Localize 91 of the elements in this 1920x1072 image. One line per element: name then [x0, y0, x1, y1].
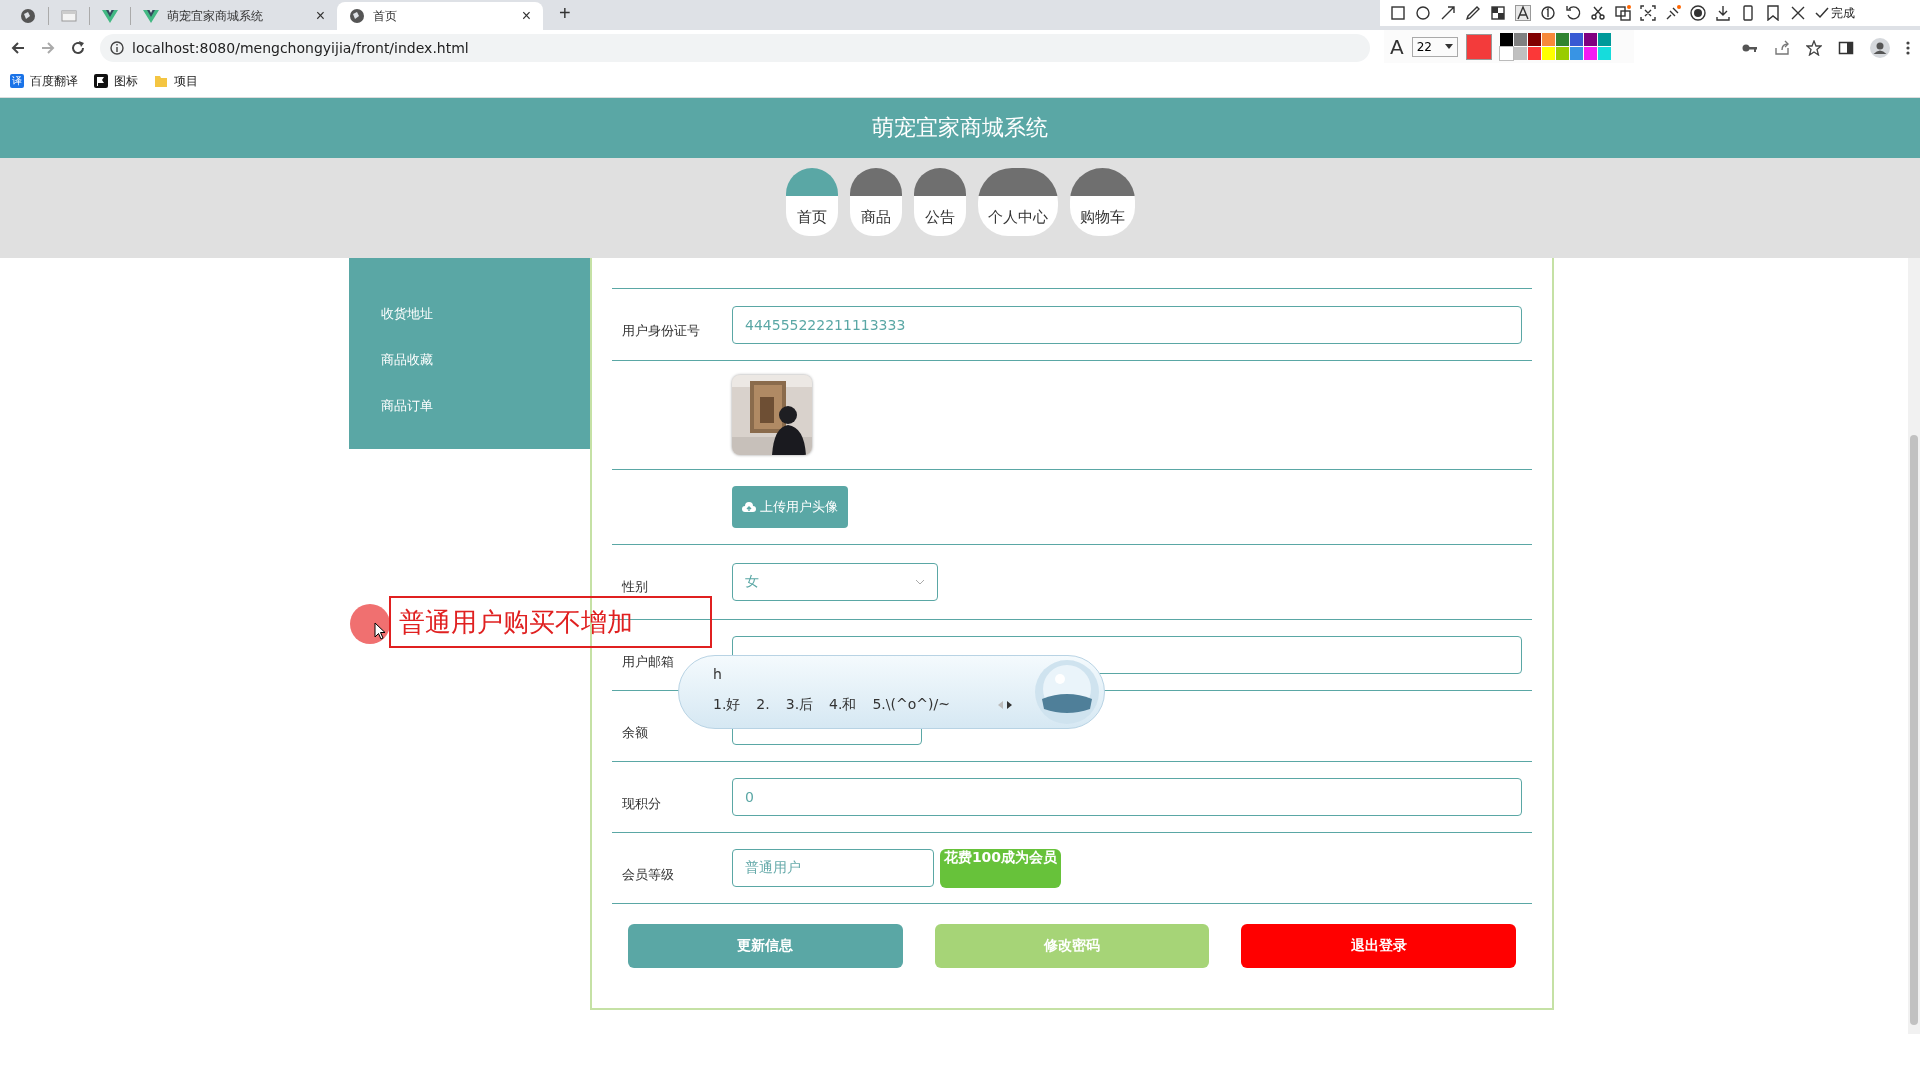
circle-icon[interactable] [1415, 5, 1431, 21]
bookmark-link[interactable]: 项目 [174, 72, 198, 90]
color-swatch[interactable] [1513, 33, 1527, 46]
cloud-upload-icon [742, 501, 756, 513]
close-icon[interactable]: × [315, 7, 325, 25]
check-icon [1815, 7, 1829, 19]
field-label: 用户身份证号 [622, 322, 700, 340]
nav-tab[interactable]: 购物车 [1069, 168, 1135, 236]
color-swatch[interactable] [1583, 47, 1597, 60]
caret-icon [1444, 44, 1453, 49]
ime-input-text: h [713, 666, 722, 682]
color-swatch[interactable] [1541, 47, 1555, 60]
action-button[interactable]: 退出登录 [1241, 924, 1516, 968]
ime-candidate[interactable]: 3.后 [785, 696, 814, 714]
menu-icon[interactable] [1906, 40, 1910, 56]
profile-icon[interactable] [1870, 38, 1890, 58]
color-swatch[interactable] [1541, 33, 1555, 46]
ime-candidate[interactable]: 2. [756, 696, 770, 714]
bookmark-link[interactable]: 图标 [114, 72, 138, 90]
nav-tab[interactable]: 商品 [849, 168, 902, 236]
ime-candidate[interactable]: 1.好 [713, 696, 741, 714]
record-icon[interactable] [1690, 5, 1706, 21]
close-icon[interactable] [1790, 5, 1806, 21]
ocr-icon[interactable] [1640, 5, 1656, 21]
browser-tab[interactable]: 首页 × [337, 2, 543, 30]
pager-arrows-icon[interactable] [997, 700, 1013, 710]
nav-tab[interactable]: 首页 [785, 168, 838, 236]
bookmark-link[interactable]: 百度翻译 [30, 72, 78, 90]
pencil-icon[interactable] [1465, 5, 1481, 21]
flag-icon [94, 74, 108, 88]
reload-icon[interactable] [70, 39, 86, 56]
color-swatch[interactable] [1569, 33, 1583, 46]
nav-tab[interactable]: 个人中心 [977, 168, 1058, 236]
folder-icon [154, 74, 168, 88]
nav-tab[interactable]: 公告 [913, 168, 966, 236]
cursor-icon [374, 622, 386, 640]
translate-icon: 译 [10, 74, 24, 88]
field-label: 余额 [622, 724, 648, 742]
page-icon [61, 8, 77, 24]
current-color-swatch[interactable] [1465, 33, 1492, 60]
scrollbar[interactable] [1908, 258, 1920, 1034]
bookmark-icon[interactable] [1765, 5, 1781, 21]
ime-skin-drawing [1034, 659, 1100, 725]
globe-icon [20, 8, 36, 24]
mosaic-icon[interactable] [1490, 5, 1506, 21]
color-swatch[interactable] [1499, 47, 1513, 60]
url-text: localhost:8080/mengchongyijia/front/index.html [132, 39, 469, 56]
color-swatch[interactable] [1597, 47, 1611, 60]
color-swatch[interactable] [1527, 33, 1541, 46]
download-icon[interactable] [1715, 5, 1731, 21]
field-label: 会员等级 [622, 866, 674, 884]
ime-candidate[interactable]: 5.\(^o^)/~ [872, 696, 950, 714]
scrollbar-thumb[interactable] [1910, 435, 1918, 1025]
color-swatch[interactable] [1597, 33, 1611, 46]
rectangle-icon[interactable] [1390, 5, 1406, 21]
globe-icon [349, 8, 365, 24]
undo-icon[interactable] [1565, 5, 1581, 21]
field-label: 用户邮箱 [622, 653, 674, 671]
color-swatch[interactable] [1499, 33, 1513, 46]
v-logo-icon [102, 8, 118, 24]
color-swatch[interactable] [1555, 33, 1569, 46]
pin-icon[interactable] [1665, 5, 1681, 21]
done-button[interactable]: 完成 [1815, 4, 1855, 22]
ime-candidate[interactable]: 4.和 [829, 696, 857, 714]
text-tool-icon[interactable] [1515, 5, 1531, 21]
browser-tab[interactable]: 萌宠宜家商城系统 × [131, 2, 337, 30]
font-size-dropdown[interactable]: 22 [1411, 36, 1458, 57]
color-swatch[interactable] [1583, 33, 1597, 46]
share-icon[interactable] [1774, 40, 1790, 56]
chevron-down-icon [915, 579, 925, 585]
marker-dot [350, 604, 390, 644]
back-icon[interactable] [10, 39, 26, 56]
v-logo-icon [143, 8, 159, 24]
field-label: 性别 [622, 578, 648, 596]
site-title: 萌宠宜家商城系统 [872, 114, 1048, 142]
address-bar[interactable]: localhost:8080/mengchongyijia/front/index.html [100, 33, 1370, 62]
close-icon[interactable]: × [521, 7, 531, 25]
color-swatch[interactable] [1555, 47, 1569, 60]
info-icon [110, 40, 124, 55]
phone-icon[interactable] [1740, 5, 1756, 21]
scissors-icon[interactable] [1590, 5, 1606, 21]
field-label: 现积分 [622, 795, 661, 813]
color-swatch[interactable] [1569, 47, 1583, 60]
translate-tool-icon[interactable] [1615, 5, 1631, 21]
font-glyph: A [1390, 34, 1404, 59]
star-icon[interactable] [1806, 40, 1822, 56]
number-icon[interactable] [1540, 5, 1556, 21]
color-swatch[interactable] [1527, 47, 1541, 60]
new-tab-button[interactable]: + [553, 1, 577, 26]
side-panel-icon[interactable] [1838, 40, 1854, 56]
arrow-icon[interactable] [1440, 5, 1456, 21]
